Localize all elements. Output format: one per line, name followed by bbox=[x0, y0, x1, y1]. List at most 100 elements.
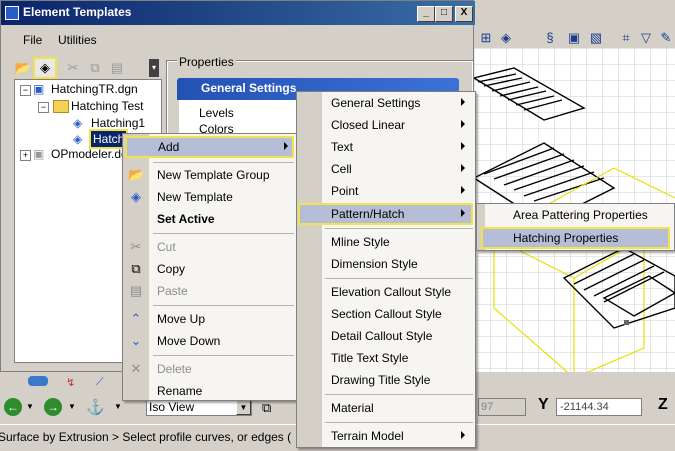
menu-item-new-template-group[interactable]: 📂 New Template Group bbox=[123, 164, 296, 186]
menu-item-title-text-style[interactable]: Title Text Style bbox=[297, 347, 475, 369]
tree-item-hatching1[interactable]: Hatching1 bbox=[91, 115, 145, 131]
copy-icon: ⧉ bbox=[131, 261, 141, 276]
y-label: Y bbox=[538, 396, 549, 413]
copy-icon[interactable]: ⧉ bbox=[85, 59, 105, 77]
template-icon[interactable]: ◈ bbox=[33, 57, 57, 79]
z-label: Z bbox=[658, 396, 668, 413]
chevron-down-icon[interactable]: ▼ bbox=[26, 402, 34, 411]
submenu-arrow-icon bbox=[461, 98, 465, 106]
context-menu: Add 📂 New Template Group ◈ New Template … bbox=[122, 133, 297, 401]
walk-icon[interactable]: § bbox=[542, 30, 558, 46]
menu-item-pattern-hatch[interactable]: Pattern/Hatch bbox=[298, 203, 473, 225]
submenu-arrow-icon bbox=[461, 120, 465, 128]
collapse-icon[interactable]: − bbox=[20, 85, 31, 96]
more-icon[interactable]: ✎ bbox=[658, 30, 674, 46]
menu-item-cut[interactable]: ✂ Cut bbox=[123, 236, 296, 258]
dgn-file-icon: ▣ bbox=[33, 147, 45, 161]
menu-item-label: Rename bbox=[157, 384, 203, 398]
chevron-down-icon[interactable]: ▼ bbox=[68, 402, 76, 411]
add-submenu: General Settings Closed Linear Text Cell… bbox=[296, 91, 476, 448]
menu-item-label: Terrain Model bbox=[331, 429, 404, 443]
menu-file[interactable]: File bbox=[23, 33, 42, 47]
menu-item-cell[interactable]: Cell bbox=[297, 158, 475, 180]
menu-item-move-up[interactable]: ⌃ Move Up bbox=[123, 308, 296, 330]
menu-item-drawing-title-style[interactable]: Drawing Title Style bbox=[297, 369, 475, 391]
expand-icon[interactable]: + bbox=[20, 150, 31, 161]
property-levels[interactable]: Levels bbox=[199, 106, 234, 120]
menu-item-rename[interactable]: Rename bbox=[123, 380, 296, 402]
tree-item-hatchingtr[interactable]: HatchingTR.dgn bbox=[51, 81, 138, 97]
template-icon: ◈ bbox=[131, 189, 141, 204]
chevron-down-icon[interactable]: ▼ bbox=[114, 402, 122, 411]
tool-icon[interactable] bbox=[28, 376, 48, 386]
paste-icon[interactable]: ▤ bbox=[107, 59, 127, 77]
fit-view-icon[interactable]: ▧ bbox=[588, 30, 604, 46]
forward-icon[interactable]: → bbox=[44, 398, 62, 416]
grid-icon[interactable]: ⊞ bbox=[478, 30, 494, 46]
menu-item-area-patterning-properties[interactable]: Area Pattering Properties bbox=[477, 204, 674, 226]
menu-item-material[interactable]: Material bbox=[297, 397, 475, 419]
scissors-icon: ✂ bbox=[130, 239, 142, 254]
menu-item-text[interactable]: Text bbox=[297, 136, 475, 158]
menu-item-label: Paste bbox=[157, 284, 188, 298]
menu-item-hatching-properties[interactable]: Hatching Properties bbox=[481, 227, 670, 249]
menu-separator bbox=[325, 278, 473, 279]
menu-item-dimension-style[interactable]: Dimension Style bbox=[297, 253, 475, 275]
menu-item-new-template[interactable]: ◈ New Template bbox=[123, 186, 296, 208]
menu-item-point[interactable]: Point bbox=[297, 180, 475, 202]
menu-item-label: New Template Group bbox=[157, 168, 270, 182]
camera-icon[interactable]: ⌗ bbox=[618, 30, 634, 46]
menu-item-label: Set Active bbox=[157, 212, 215, 226]
clip-icon[interactable]: ▽ bbox=[638, 30, 654, 46]
y-coordinate-field[interactable]: -21144.34 bbox=[556, 398, 642, 416]
menu-item-move-down[interactable]: ⌄ Move Down bbox=[123, 330, 296, 352]
menu-separator bbox=[153, 162, 294, 163]
tree-item-hatching-test[interactable]: Hatching Test bbox=[71, 98, 144, 114]
menu-separator bbox=[153, 233, 294, 234]
menu-item-copy[interactable]: ⧉ Copy bbox=[123, 258, 296, 280]
tool-icon[interactable]: ↯ bbox=[66, 376, 75, 389]
menu-item-label: Dimension Style bbox=[331, 257, 418, 271]
scissors-icon[interactable]: ✂ bbox=[63, 59, 83, 77]
tool-icon[interactable]: ⟋ bbox=[96, 376, 104, 389]
submenu-arrow-icon bbox=[461, 209, 465, 217]
menu-item-paste[interactable]: ▤ Paste bbox=[123, 280, 296, 302]
chevron-down-icon[interactable]: ▼ bbox=[236, 400, 251, 415]
submenu-arrow-icon bbox=[461, 186, 465, 194]
submenu-arrow-icon bbox=[461, 431, 465, 439]
submenu-arrow-icon bbox=[461, 164, 465, 172]
menu-separator bbox=[153, 355, 294, 356]
close-button[interactable]: X bbox=[455, 6, 473, 22]
menu-item-closed-linear[interactable]: Closed Linear bbox=[297, 114, 475, 136]
menu-item-label: Section Callout Style bbox=[331, 307, 442, 321]
collapse-icon[interactable]: − bbox=[38, 102, 49, 113]
menu-separator bbox=[325, 228, 473, 229]
toolbar-overflow-icon[interactable]: ▾ bbox=[149, 59, 159, 77]
template-icon: ◈ bbox=[73, 116, 83, 130]
cube-icon[interactable]: ◈ bbox=[498, 30, 514, 46]
menu-item-section-callout-style[interactable]: Section Callout Style bbox=[297, 303, 475, 325]
window-icon[interactable]: ⧉ bbox=[262, 400, 271, 416]
menu-item-detail-callout-style[interactable]: Detail Callout Style bbox=[297, 325, 475, 347]
menu-separator bbox=[153, 305, 294, 306]
menu-item-set-active[interactable]: Set Active bbox=[123, 208, 296, 230]
view-box-icon[interactable]: ▣ bbox=[566, 30, 582, 46]
menu-item-mline-style[interactable]: Mline Style bbox=[297, 231, 475, 253]
minimize-button[interactable]: _ bbox=[417, 6, 435, 22]
delete-icon: ✕ bbox=[130, 361, 142, 376]
back-icon[interactable]: ← bbox=[4, 398, 22, 416]
maximize-button[interactable]: □ bbox=[435, 6, 453, 22]
menu-item-delete[interactable]: ✕ Delete bbox=[123, 358, 296, 380]
menu-item-general-settings[interactable]: General Settings bbox=[297, 92, 475, 114]
menu-item-add[interactable]: Add bbox=[125, 136, 294, 158]
open-folder-icon[interactable]: 📂 bbox=[13, 59, 33, 77]
menu-item-label: Copy bbox=[157, 262, 186, 276]
tree-item-opmodeler[interactable]: OPmodeler.dg bbox=[51, 146, 128, 162]
menu-item-label: Drawing Title Style bbox=[331, 373, 431, 387]
menu-item-label: New Template bbox=[157, 190, 233, 204]
menu-utilities[interactable]: Utilities bbox=[58, 33, 97, 47]
view-tool-icon[interactable]: ⚓ bbox=[86, 398, 105, 416]
x-coordinate-field[interactable]: 97 bbox=[478, 398, 526, 416]
menu-item-elevation-callout-style[interactable]: Elevation Callout Style bbox=[297, 281, 475, 303]
menu-item-terrain-model[interactable]: Terrain Model bbox=[297, 425, 475, 447]
